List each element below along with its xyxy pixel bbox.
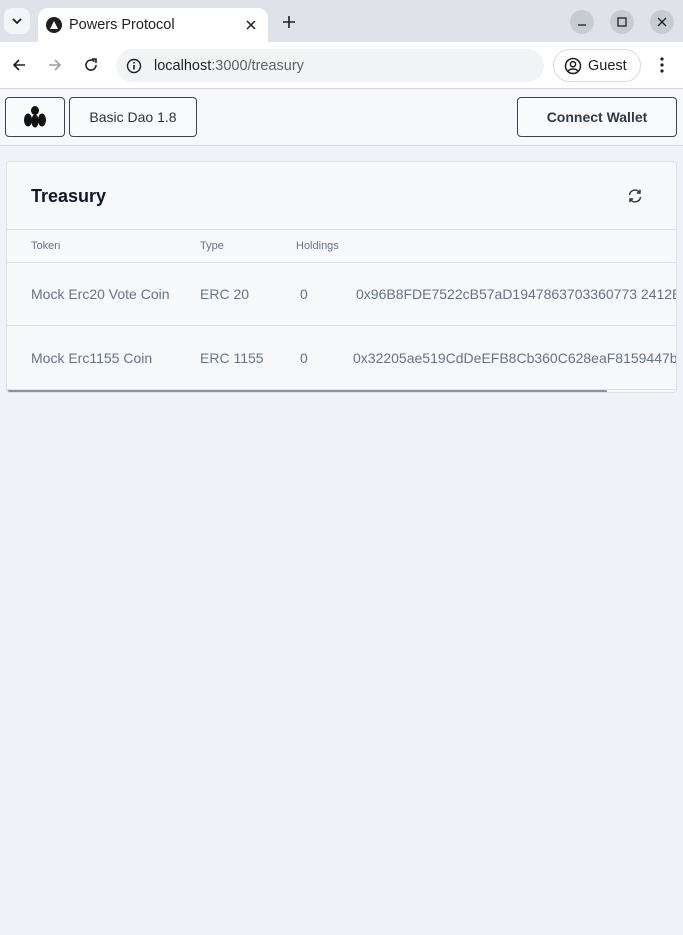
back-icon[interactable] xyxy=(7,53,31,77)
token-address[interactable]: 0x32205ae519CdDeEFB8Cb360C628eaF8159447b xyxy=(353,350,676,366)
app-header: Basic Dao 1.8 Connect Wallet xyxy=(0,90,683,146)
forward-icon[interactable] xyxy=(43,53,67,77)
chevron-down-icon xyxy=(12,18,22,25)
account-circle-icon xyxy=(564,57,582,74)
token-address[interactable]: 0x96B8FDE7522cB57aD1947863703360773 2412… xyxy=(356,286,676,302)
home-logo-button[interactable] xyxy=(5,97,65,137)
card-title: Treasury xyxy=(31,186,107,206)
profile-button[interactable]: Guest xyxy=(553,49,641,82)
table-row[interactable]: Mock Erc1155 Coin ERC 1155 0 0x32205ae51… xyxy=(7,326,676,390)
token-type: ERC 1155 xyxy=(200,350,264,366)
token-holdings: 0 xyxy=(300,286,308,302)
url-text: localhost:3000/treasury xyxy=(154,58,304,74)
browser-tab[interactable]: Powers Protocol xyxy=(38,8,268,42)
close-tab-icon[interactable] xyxy=(242,16,260,34)
more-menu-icon[interactable] xyxy=(652,53,672,77)
close-window-icon[interactable] xyxy=(650,10,674,34)
refresh-icon xyxy=(628,189,642,203)
token-name: Mock Erc1155 Coin xyxy=(31,350,153,366)
treasury-card: Treasury Token Type Holdings Mock Erc20 … xyxy=(6,161,677,393)
column-header-holdings: Holdings xyxy=(296,240,339,252)
tab-title: Powers Protocol xyxy=(69,17,175,33)
browser-tabstrip: Powers Protocol xyxy=(0,0,683,42)
minimize-icon[interactable] xyxy=(570,10,594,34)
powers-logo-icon xyxy=(46,17,62,33)
column-header-token: Token xyxy=(31,240,61,252)
table-row[interactable]: Mock Erc20 Vote Coin ERC 20 0 0x96B8FDE7… xyxy=(7,262,676,326)
site-info-icon[interactable] xyxy=(125,57,143,75)
horizontal-scrollbar[interactable] xyxy=(7,390,607,392)
reload-icon[interactable] xyxy=(79,53,103,77)
address-bar[interactable]: localhost:3000/treasury xyxy=(116,49,544,82)
refresh-button[interactable] xyxy=(625,186,645,206)
browser-toolbar: localhost:3000/treasury Guest xyxy=(0,42,683,89)
column-header-type: Type xyxy=(200,240,224,252)
connect-wallet-button[interactable]: Connect Wallet xyxy=(517,97,677,137)
token-name: Mock Erc20 Vote Coin xyxy=(31,286,170,302)
new-tab-icon[interactable] xyxy=(278,11,300,33)
organization-button[interactable]: Basic Dao 1.8 xyxy=(69,97,197,137)
url-path: :3000/treasury xyxy=(211,57,304,74)
token-holdings: 0 xyxy=(300,350,308,366)
token-type: ERC 20 xyxy=(200,286,250,302)
table-header: Token Type Holdings xyxy=(7,229,676,263)
url-host: localhost xyxy=(154,57,212,74)
tab-search-button[interactable] xyxy=(4,8,30,34)
powers-logo-icon xyxy=(24,106,46,128)
maximize-icon[interactable] xyxy=(610,10,634,34)
profile-label: Guest xyxy=(588,57,627,74)
